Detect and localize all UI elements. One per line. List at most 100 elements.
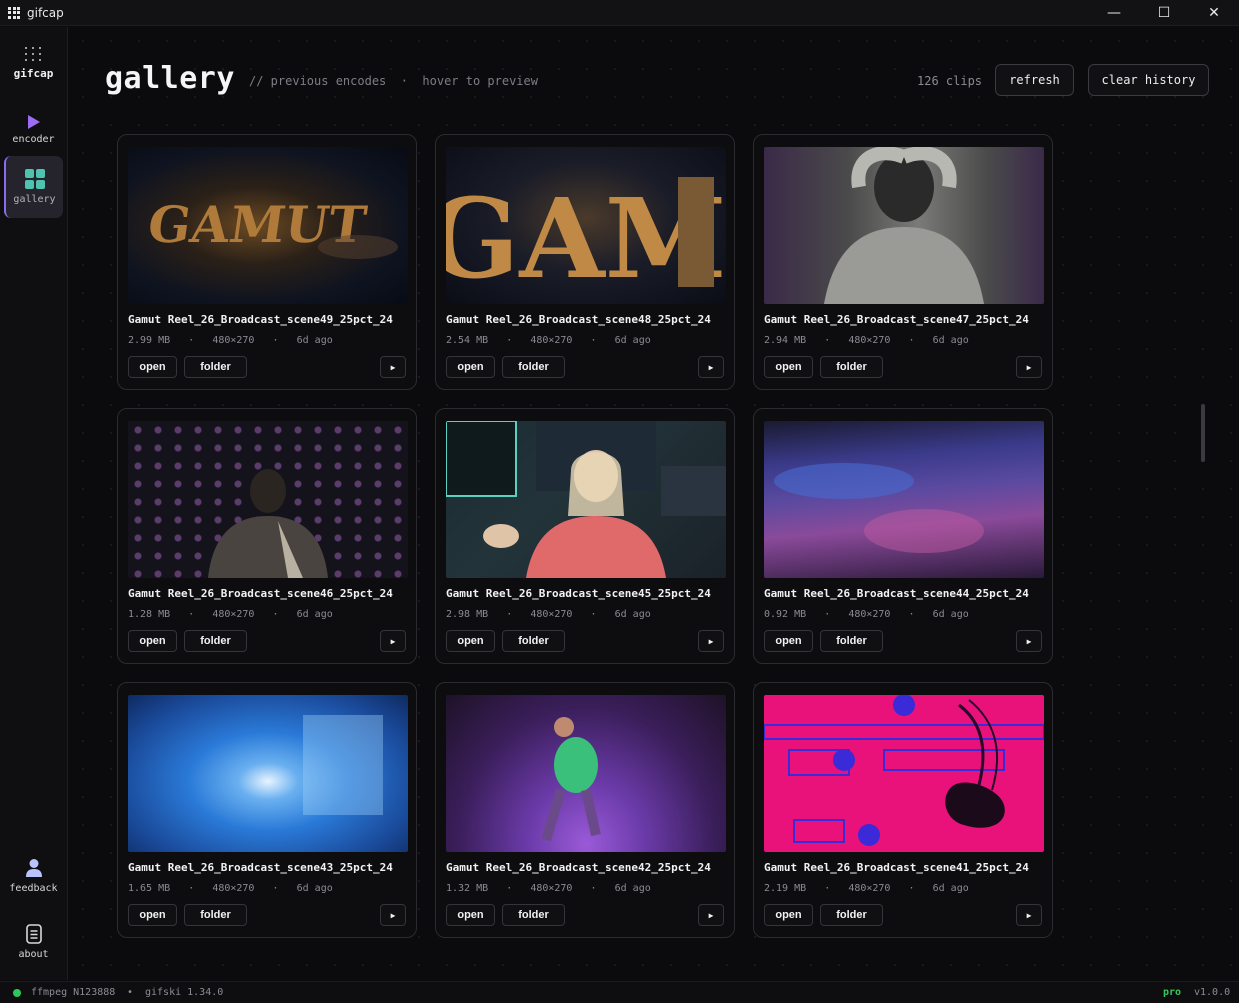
- clip-thumbnail[interactable]: GAMUT: [128, 147, 408, 304]
- gallery-panel: gallery // previous encodes · hover to p…: [69, 27, 1239, 980]
- clip-card[interactable]: Gamut Reel_26_Broadcast_scene41_25pct_24…: [753, 682, 1053, 938]
- play-icon: [27, 115, 40, 129]
- ffmpeg-version: ffmpeg N123888: [31, 987, 116, 998]
- clip-meta: 2.94 MB · 480×270 · 6d ago: [764, 335, 969, 346]
- tier-badge: pro: [1163, 987, 1182, 998]
- document-icon: [25, 924, 42, 944]
- preview-button[interactable]: ▶: [1016, 356, 1042, 378]
- clip-card[interactable]: Gamut Reel_26_Broadcast_scene46_25pct_24…: [117, 408, 417, 664]
- folder-button[interactable]: folder: [502, 630, 565, 652]
- preview-button[interactable]: ▶: [380, 630, 406, 652]
- logo-icon: [25, 46, 42, 61]
- sidebar-item-gallery[interactable]: gallery: [4, 156, 63, 218]
- folder-button[interactable]: folder: [820, 356, 883, 378]
- status-bar: ffmpeg N123888 • gifski 1.34.0 pro v1.0.…: [0, 981, 1239, 1003]
- sidebar-item-feedback[interactable]: feedback: [4, 845, 63, 907]
- sidebar-item-label: feedback: [9, 883, 58, 894]
- open-button[interactable]: open: [764, 904, 813, 926]
- open-button[interactable]: open: [446, 630, 495, 652]
- clip-meta: 0.92 MB · 480×270 · 6d ago: [764, 609, 969, 620]
- clip-name: Gamut Reel_26_Broadcast_scene48_25pct_24: [446, 313, 711, 326]
- folder-button[interactable]: folder: [184, 630, 247, 652]
- open-button[interactable]: open: [446, 356, 495, 378]
- preview-icon: ▶: [708, 636, 714, 646]
- user-icon: [25, 859, 42, 877]
- clip-card[interactable]: Gamut Reel_26_Broadcast_scene43_25pct_24…: [117, 682, 417, 938]
- maximize-button[interactable]: ☐: [1139, 0, 1189, 26]
- clip-name: Gamut Reel_26_Broadcast_scene46_25pct_24: [128, 587, 393, 600]
- folder-button[interactable]: folder: [820, 904, 883, 926]
- clip-thumbnail[interactable]: [128, 695, 408, 852]
- clip-card[interactable]: Gamut Reel_26_Broadcast_scene44_25pct_24…: [753, 408, 1053, 664]
- preview-icon: ▶: [390, 636, 396, 646]
- status-separator: •: [127, 987, 134, 998]
- clip-name: Gamut Reel_26_Broadcast_scene45_25pct_24: [446, 587, 711, 600]
- clip-thumbnail[interactable]: GAM: [446, 147, 726, 304]
- clip-thumbnail[interactable]: [446, 695, 726, 852]
- clear-history-button[interactable]: clear history: [1088, 64, 1209, 96]
- sidebar-item-label: gallery: [13, 194, 56, 205]
- clip-name: Gamut Reel_26_Broadcast_scene42_25pct_24: [446, 861, 711, 874]
- clip-thumbnail[interactable]: [446, 421, 726, 578]
- preview-button[interactable]: ▶: [1016, 630, 1042, 652]
- folder-button[interactable]: folder: [820, 630, 883, 652]
- brand-label: gifcap: [13, 66, 54, 80]
- open-button[interactable]: open: [128, 904, 177, 926]
- preview-icon: ▶: [1026, 636, 1032, 646]
- open-button[interactable]: open: [128, 356, 177, 378]
- preview-icon: ▶: [1026, 362, 1032, 372]
- window-title: gifcap: [27, 5, 64, 20]
- sidebar-item-label: about: [18, 949, 49, 960]
- clip-thumbnail[interactable]: [764, 147, 1044, 304]
- clip-card[interactable]: GAM Gamut Reel_26_Broadcast_scene48_25pc…: [435, 134, 735, 390]
- scrollbar-thumb[interactable]: [1201, 404, 1205, 462]
- preview-button[interactable]: ▶: [380, 904, 406, 926]
- refresh-button[interactable]: refresh: [995, 64, 1074, 96]
- clip-name: Gamut Reel_26_Broadcast_scene43_25pct_24: [128, 861, 393, 874]
- preview-button[interactable]: ▶: [698, 356, 724, 378]
- page-title: gallery: [105, 61, 235, 96]
- open-button[interactable]: open: [446, 904, 495, 926]
- clip-card[interactable]: GAMUT Gamut Reel_26_Broadcast_scene49_25…: [117, 134, 417, 390]
- clip-name: Gamut Reel_26_Broadcast_scene41_25pct_24: [764, 861, 1029, 874]
- clip-meta: 2.98 MB · 480×270 · 6d ago: [446, 609, 651, 620]
- open-button[interactable]: open: [764, 630, 813, 652]
- folder-button[interactable]: folder: [502, 904, 565, 926]
- preview-button[interactable]: ▶: [380, 356, 406, 378]
- sidebar: gifcap encoder gallery feedback about: [0, 27, 68, 980]
- grid-icon: [24, 169, 45, 189]
- minimize-button[interactable]: —: [1089, 0, 1139, 26]
- clip-meta: 2.99 MB · 480×270 · 6d ago: [128, 335, 333, 346]
- clip-card[interactable]: Gamut Reel_26_Broadcast_scene42_25pct_24…: [435, 682, 735, 938]
- window-controls: — ☐ ✕: [1089, 0, 1239, 26]
- preview-icon: ▶: [390, 910, 396, 920]
- open-button[interactable]: open: [128, 630, 177, 652]
- clip-thumbnail[interactable]: [128, 421, 408, 578]
- clip-name: Gamut Reel_26_Broadcast_scene47_25pct_24: [764, 313, 1029, 326]
- sidebar-item-label: encoder: [12, 134, 55, 145]
- folder-button[interactable]: folder: [184, 356, 247, 378]
- clip-meta: 2.19 MB · 480×270 · 6d ago: [764, 883, 969, 894]
- preview-button[interactable]: ▶: [1016, 904, 1042, 926]
- clip-thumbnail[interactable]: [764, 421, 1044, 578]
- preview-icon: ▶: [390, 362, 396, 372]
- sidebar-brand[interactable]: gifcap: [4, 32, 63, 94]
- sidebar-item-about[interactable]: about: [4, 911, 63, 973]
- clip-card[interactable]: Gamut Reel_26_Broadcast_scene47_25pct_24…: [753, 134, 1053, 390]
- close-button[interactable]: ✕: [1189, 0, 1239, 26]
- preview-button[interactable]: ▶: [698, 904, 724, 926]
- clip-meta: 1.28 MB · 480×270 · 6d ago: [128, 609, 333, 620]
- folder-button[interactable]: folder: [184, 904, 247, 926]
- open-button[interactable]: open: [764, 356, 813, 378]
- sidebar-item-encoder[interactable]: encoder: [4, 99, 63, 161]
- clip-meta: 1.65 MB · 480×270 · 6d ago: [128, 883, 333, 894]
- folder-button[interactable]: folder: [502, 356, 565, 378]
- clip-card[interactable]: Gamut Reel_26_Broadcast_scene45_25pct_24…: [435, 408, 735, 664]
- status-indicator: [13, 989, 21, 997]
- preview-button[interactable]: ▶: [698, 630, 724, 652]
- clip-meta: 2.54 MB · 480×270 · 6d ago: [446, 335, 651, 346]
- clip-count: 126 clips: [917, 74, 983, 88]
- clip-thumbnail[interactable]: [764, 695, 1044, 852]
- page-subtitle: // previous encodes · hover to preview: [249, 74, 538, 88]
- clip-meta: 1.32 MB · 480×270 · 6d ago: [446, 883, 651, 894]
